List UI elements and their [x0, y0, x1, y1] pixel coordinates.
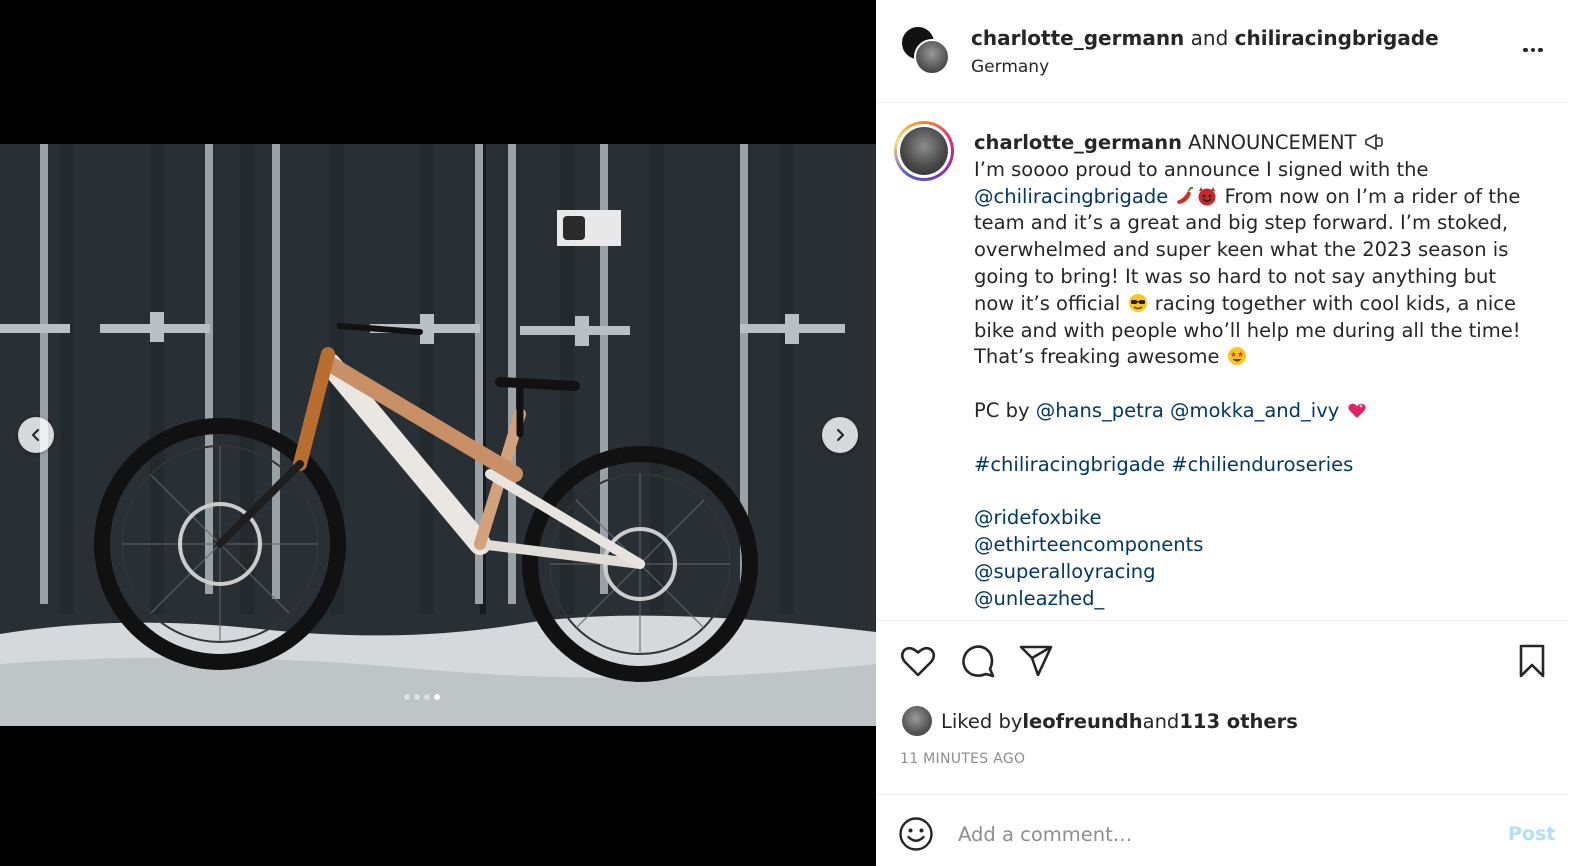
hashtag-chilienduroseries[interactable]: #chilienduroseries: [1171, 453, 1353, 476]
hashtag-chiliracingbrigade[interactable]: #chiliracingbrigade: [974, 453, 1165, 476]
liker-avatar[interactable]: [902, 706, 932, 736]
carousel-dot-active: [434, 694, 440, 700]
hot-pepper-icon: [1177, 186, 1194, 204]
paper-plane-icon: [1019, 645, 1053, 677]
mention-unleazhed[interactable]: @unleazhed_: [974, 587, 1104, 610]
carousel-dot: [404, 694, 410, 700]
megaphone-icon: [1364, 133, 1383, 151]
carousel-dots: [404, 694, 440, 700]
liker-username[interactable]: leofreundh: [1022, 710, 1142, 733]
save-button[interactable]: [1512, 641, 1552, 681]
smiley-icon[interactable]: [898, 816, 934, 852]
likes-others-link[interactable]: 113 others: [1179, 710, 1298, 733]
carousel-next-button[interactable]: [822, 417, 858, 453]
post-details-panel: charlotte_germann and chiliracingbrigade…: [876, 0, 1580, 866]
caption-avatar[interactable]: [894, 121, 954, 181]
likes-summary: Liked by leofreundh and 113 others: [902, 704, 1298, 738]
heart-icon: [900, 646, 936, 677]
caption-title: ANNOUNCEMENT: [1188, 131, 1357, 154]
post-photo[interactable]: [0, 144, 876, 726]
share-button[interactable]: [1016, 641, 1056, 681]
post-header: charlotte_germann and chiliracingbrigade…: [876, 0, 1568, 103]
post-timestamp[interactable]: 11 MINUTES AGO: [900, 751, 1025, 767]
collab-avatars[interactable]: [900, 25, 950, 75]
header-user2-link[interactable]: chiliracingbrigade: [1235, 26, 1439, 50]
comment-icon: [962, 645, 995, 678]
sunglasses-face-icon: [1128, 293, 1147, 312]
header-joiner: and: [1184, 26, 1235, 50]
more-options-button[interactable]: [1518, 38, 1548, 62]
comment-bar: Post: [876, 794, 1568, 866]
pc-label: PC by: [974, 398, 1036, 422]
smiling-devil-icon: [1198, 186, 1216, 206]
header-user1-link[interactable]: charlotte_germann: [971, 26, 1184, 50]
sparkling-heart-icon: [1347, 403, 1366, 418]
caption-text: charlotte_germann ANNOUNCEMENT I’m soooo…: [974, 130, 1534, 612]
post-comment-button[interactable]: Post: [1508, 823, 1555, 845]
header-usernames: charlotte_germann and chiliracingbrigade: [971, 26, 1439, 50]
more-horizontal-icon-dot: [1530, 47, 1536, 53]
chevron-left-icon: [31, 428, 40, 442]
star-struck-icon: [1227, 347, 1246, 366]
caption-username[interactable]: charlotte_germann: [974, 131, 1182, 154]
mention-hans-petra[interactable]: @hans_petra: [1036, 399, 1164, 422]
comment-input[interactable]: [958, 819, 1478, 849]
bookmark-icon: [1519, 644, 1545, 678]
action-bar: [876, 620, 1568, 700]
more-horizontal-icon-dot: [1538, 47, 1543, 53]
carousel-prev-button[interactable]: [18, 417, 54, 453]
like-button[interactable]: [898, 641, 938, 681]
likes-middle: and: [1142, 709, 1180, 733]
post-media: [0, 0, 876, 866]
mention-ridefoxbike[interactable]: @ridefoxbike: [974, 506, 1101, 529]
carousel-dot: [424, 694, 430, 700]
post-location[interactable]: Germany: [971, 57, 1049, 77]
mention-ethirteencomponents[interactable]: @ethirteencomponents: [974, 533, 1203, 556]
mention-mokka-and-ivy[interactable]: @mokka_and_ivy: [1170, 399, 1339, 422]
likes-prefix: Liked by: [941, 709, 1023, 733]
caption-area: charlotte_germann ANNOUNCEMENT I’m soooo…: [876, 104, 1568, 620]
avatar-image: [900, 127, 948, 175]
more-horizontal-icon: [1523, 47, 1528, 53]
mention-superalloyracing[interactable]: @superalloyracing: [974, 560, 1156, 583]
comment-button[interactable]: [958, 641, 998, 681]
carousel-dot: [414, 694, 420, 700]
chevron-right-icon: [836, 428, 845, 442]
avatar-charlotte-germann[interactable]: [914, 39, 950, 75]
avatar-ring-inner: [897, 124, 951, 178]
caption-line1: I’m soooo proud to announce I signed wit…: [974, 157, 1429, 181]
mention-chiliracingbrigade[interactable]: @chiliracingbrigade: [974, 185, 1168, 208]
